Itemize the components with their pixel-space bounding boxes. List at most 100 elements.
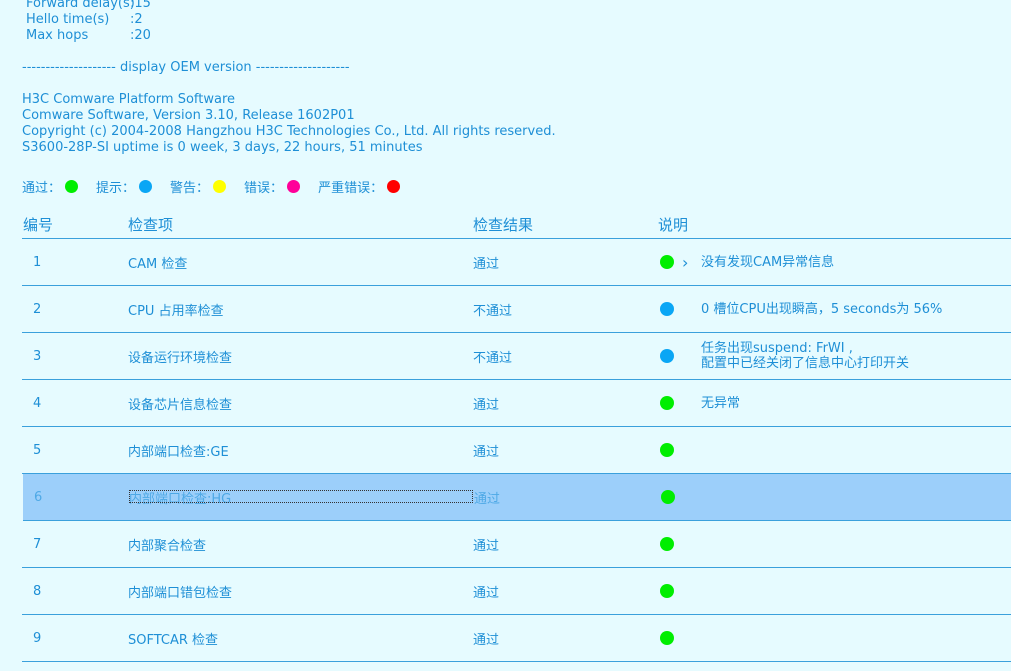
expand-arrow-icon[interactable]: › bbox=[682, 239, 688, 285]
check-item-name: SOFTCAR 检查 bbox=[128, 632, 219, 648]
check-item-name: 内部端口检查:GE bbox=[128, 444, 229, 460]
legend-label: 通过： bbox=[22, 181, 62, 196]
status-cell bbox=[660, 239, 674, 285]
legend-warning: 警告： bbox=[170, 177, 227, 196]
status-legend: 通过： 提示： 警告： 错误： 严重错误： bbox=[22, 177, 418, 196]
row-number: 6 bbox=[34, 489, 43, 505]
legend-label: 警告： bbox=[170, 181, 210, 196]
check-result: 通过 bbox=[473, 397, 500, 413]
row-number: 2 bbox=[33, 301, 42, 317]
status-cell bbox=[660, 568, 674, 614]
stp-forward-delay: Forward delay(s) :15 bbox=[22, 0, 556, 12]
table-row[interactable]: 2 CPU 占用率检查 不通过 0 槽位CPU出现瞬高，5 seconds为 56% bbox=[22, 286, 1011, 333]
row-number: 1 bbox=[33, 254, 42, 270]
version-line: Comware Software, Version 3.10, Release … bbox=[22, 108, 355, 123]
stp-label: Max hops bbox=[26, 28, 89, 43]
table-row[interactable]: 3 设备运行环境检查 不通过 任务出现suspend: FrWI , 配置中已经关闭了信… bbox=[22, 333, 1011, 380]
check-result: 不通过 bbox=[473, 303, 513, 319]
stp-max-hops: Max hops :20 bbox=[22, 28, 556, 44]
check-item-name: 设备芯片信息检查 bbox=[128, 397, 233, 413]
status-dot-icon bbox=[660, 584, 674, 598]
legend-hint: 提示： bbox=[96, 177, 153, 196]
description-line: 0 槽位CPU出现瞬高，5 seconds为 56% bbox=[701, 301, 943, 317]
stp-value: :20 bbox=[130, 28, 151, 43]
description-cell: 任务出现suspend: FrWI , 配置中已经关闭了信息中心打印开关 bbox=[701, 333, 909, 379]
table-row[interactable]: 1 CAM 检查 通过 › 没有发现CAM异常信息 bbox=[22, 239, 1011, 286]
description-line: 无异常 bbox=[701, 395, 741, 411]
check-result: 通过 bbox=[473, 538, 500, 554]
header-item: 检查项 bbox=[128, 216, 174, 234]
status-dot-icon bbox=[660, 349, 674, 363]
row-number: 4 bbox=[33, 395, 42, 411]
version-line: S3600-28P-SI uptime is 0 week, 3 days, 2… bbox=[22, 140, 423, 155]
check-result: 通过 bbox=[473, 256, 500, 272]
status-dot-icon bbox=[387, 180, 401, 193]
check-result: 不通过 bbox=[473, 350, 513, 366]
row-number: 7 bbox=[33, 536, 42, 552]
status-dot-icon bbox=[660, 396, 674, 410]
header-result: 检查结果 bbox=[473, 216, 534, 234]
legend-pass: 通过： bbox=[22, 177, 79, 196]
status-dot-icon bbox=[139, 180, 153, 193]
status-cell bbox=[661, 474, 675, 520]
status-cell bbox=[660, 521, 674, 567]
description-cell: 没有发现CAM异常信息 bbox=[701, 239, 834, 285]
status-dot-icon bbox=[287, 180, 301, 193]
description-line: 任务出现suspend: FrWI , bbox=[701, 341, 853, 356]
description-line: 没有发现CAM异常信息 bbox=[701, 254, 835, 270]
status-dot-icon bbox=[661, 490, 675, 504]
status-cell bbox=[660, 333, 674, 379]
version-info: H3C Comware Platform Software Comware So… bbox=[22, 92, 556, 156]
check-item-name: CPU 占用率检查 bbox=[128, 303, 224, 319]
table-row[interactable]: 7 内部聚合检查 通过 bbox=[22, 521, 1011, 568]
table-row[interactable]: 4 设备芯片信息检查 通过 无异常 bbox=[22, 380, 1011, 427]
stp-value: :2 bbox=[130, 12, 143, 27]
stp-hello-time: Hello time(s) :2 bbox=[22, 12, 556, 28]
description-cell: 无异常 bbox=[701, 380, 740, 426]
row-number: 3 bbox=[33, 348, 42, 364]
header-desc: 说明 bbox=[658, 216, 689, 234]
row-number: 9 bbox=[33, 630, 42, 646]
check-item-name: 内部聚合检查 bbox=[128, 538, 207, 554]
version-line: Copyright (c) 2004-2008 Hangzhou H3C Tec… bbox=[22, 124, 556, 139]
status-dot-icon bbox=[65, 180, 79, 193]
status-dot-icon bbox=[213, 180, 227, 193]
check-result: 通过 bbox=[473, 632, 500, 648]
table-row[interactable]: 6 内部端口检查:HG 通过 bbox=[23, 474, 1011, 521]
row-number: 5 bbox=[33, 442, 42, 458]
description-line: 配置中已经关闭了信息中心打印开关 bbox=[701, 356, 910, 371]
legend-label: 提示： bbox=[96, 181, 136, 196]
status-dot-icon bbox=[660, 537, 674, 551]
version-line: H3C Comware Platform Software bbox=[22, 92, 236, 107]
status-cell bbox=[660, 427, 674, 473]
check-item-name: 设备运行环境检查 bbox=[128, 350, 233, 366]
legend-label: 严重错误： bbox=[318, 181, 384, 196]
header-no: 编号 bbox=[23, 216, 54, 234]
oem-version-separator: -------------------- display OEM version… bbox=[22, 60, 350, 75]
stp-label: Forward delay(s) bbox=[26, 0, 135, 11]
report-header-text: Forward delay(s) :15 Hello time(s) :2 Ma… bbox=[22, 0, 556, 156]
status-dot-icon bbox=[660, 631, 674, 645]
table-row[interactable]: 5 内部端口检查:GE 通过 bbox=[22, 427, 1011, 474]
status-cell bbox=[660, 380, 674, 426]
table-row[interactable]: 8 内部端口错包检查 通过 bbox=[22, 568, 1011, 615]
check-item-name: CAM 检查 bbox=[128, 256, 188, 272]
check-result: 通过 bbox=[474, 491, 501, 507]
legend-label: 错误： bbox=[244, 181, 284, 196]
check-item-name: 内部端口错包检查 bbox=[128, 585, 233, 601]
table-row[interactable]: 9 SOFTCAR 检查 通过 bbox=[22, 615, 1011, 662]
status-dot-icon bbox=[660, 443, 674, 457]
check-result: 通过 bbox=[473, 585, 500, 601]
row-number: 8 bbox=[33, 583, 42, 599]
status-cell bbox=[660, 615, 674, 661]
status-dot-icon bbox=[660, 302, 674, 316]
focus-outline bbox=[129, 490, 473, 503]
check-result: 通过 bbox=[473, 444, 500, 460]
table-header: 编号 检查项 检查结果 说明 bbox=[22, 212, 1011, 239]
description-cell: 0 槽位CPU出现瞬高，5 seconds为 56% bbox=[701, 286, 942, 332]
check-results-table: 编号 检查项 检查结果 说明 1 CAM 检查 通过 › 没有发现CAM异常信息 2 CPU… bbox=[22, 212, 1011, 662]
status-dot-icon bbox=[660, 255, 674, 269]
legend-error: 错误： bbox=[244, 177, 301, 196]
status-cell bbox=[660, 286, 674, 332]
legend-critical: 严重错误： bbox=[318, 177, 401, 196]
